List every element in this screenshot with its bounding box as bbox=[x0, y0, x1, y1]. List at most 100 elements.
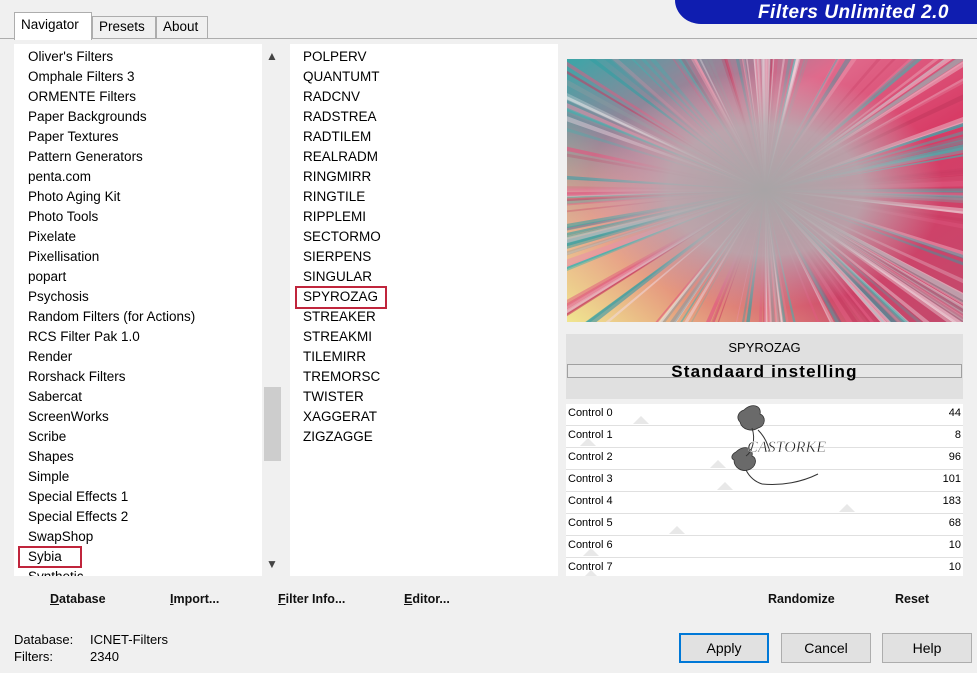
filter-item[interactable]: STREAKMI bbox=[303, 328, 381, 348]
import-button[interactable]: Import... bbox=[170, 592, 219, 606]
filter-item[interactable]: TREMORSC bbox=[303, 368, 381, 388]
category-list[interactable]: Oliver's Filters Omphale Filters 3 ORMENTE… bbox=[28, 48, 195, 576]
category-item[interactable]: Paper Backgrounds bbox=[28, 108, 195, 128]
filter-item[interactable]: SIERPENS bbox=[303, 248, 381, 268]
category-item[interactable]: ORMENTE Filters bbox=[28, 88, 195, 108]
filter-item[interactable]: RADTILEM bbox=[303, 128, 381, 148]
filter-item[interactable]: ZIGZAGGE bbox=[303, 428, 381, 448]
category-item[interactable]: Special Effects 1 bbox=[28, 488, 195, 508]
randomize-button-label: Randomize bbox=[768, 592, 835, 606]
control-name: Control 4 bbox=[568, 495, 613, 507]
category-item[interactable]: Render bbox=[28, 348, 195, 368]
database-button[interactable]: Database bbox=[50, 592, 106, 606]
editor-button[interactable]: Editor... bbox=[404, 592, 450, 606]
scrollbar-thumb[interactable] bbox=[264, 387, 281, 461]
control-slider-thumb[interactable] bbox=[838, 504, 855, 512]
import-button-label: mport... bbox=[173, 592, 220, 606]
category-item[interactable]: RCS Filter Pak 1.0 bbox=[28, 328, 195, 348]
filter-item[interactable]: RINGTILE bbox=[303, 188, 381, 208]
selected-category-highlight bbox=[18, 546, 82, 568]
castorke-watermark-logo: CASTORKE bbox=[731, 405, 826, 485]
control-slider-row[interactable]: Control 7 10 bbox=[566, 558, 963, 576]
category-item[interactable]: SwapShop bbox=[28, 528, 195, 548]
database-label: Database: bbox=[14, 632, 74, 647]
category-item[interactable]: Paper Textures bbox=[28, 128, 195, 148]
category-item[interactable]: Pattern Generators bbox=[28, 148, 195, 168]
control-slider-row[interactable]: Control 4 183 bbox=[566, 492, 963, 514]
filter-item[interactable]: REALRADM bbox=[303, 148, 381, 168]
filter-item[interactable]: POLPERV bbox=[303, 48, 381, 68]
category-item[interactable]: Synthetic bbox=[28, 568, 195, 576]
control-slider-thumb[interactable] bbox=[582, 570, 599, 576]
category-item[interactable]: Oliver's Filters bbox=[28, 48, 195, 68]
control-value: 10 bbox=[948, 561, 961, 573]
control-value: 183 bbox=[942, 495, 961, 507]
control-value: 96 bbox=[948, 451, 961, 463]
apply-button[interactable]: Apply bbox=[679, 633, 769, 663]
help-button[interactable]: Help bbox=[882, 633, 972, 663]
category-item[interactable]: Rorshack Filters bbox=[28, 368, 195, 388]
category-item[interactable]: Shapes bbox=[28, 448, 195, 468]
category-item[interactable]: Scribe bbox=[28, 428, 195, 448]
filter-item[interactable]: SECTORMO bbox=[303, 228, 381, 248]
control-slider-row[interactable]: Control 5 68 bbox=[566, 514, 963, 536]
category-item[interactable]: Pixellisation bbox=[28, 248, 195, 268]
preset-name-label: Standaard instelling bbox=[671, 362, 858, 381]
tab-strip-line bbox=[0, 38, 977, 39]
cancel-button[interactable]: Cancel bbox=[781, 633, 871, 663]
category-item[interactable]: Omphale Filters 3 bbox=[28, 68, 195, 88]
tab-about[interactable]: About bbox=[156, 16, 208, 38]
filter-item[interactable]: SINGULAR bbox=[303, 268, 381, 288]
control-slider-thumb[interactable] bbox=[582, 548, 599, 556]
scroll-up-arrow-icon[interactable]: ▲ bbox=[262, 46, 282, 66]
filter-item[interactable]: STREAKER bbox=[303, 308, 381, 328]
randomize-button[interactable]: Randomize bbox=[768, 592, 835, 606]
category-item[interactable]: ScreenWorks bbox=[28, 408, 195, 428]
filter-item[interactable]: TILEMIRR bbox=[303, 348, 381, 368]
category-item[interactable]: Simple bbox=[28, 468, 195, 488]
control-value: 8 bbox=[954, 429, 961, 441]
category-item[interactable]: Psychosis bbox=[28, 288, 195, 308]
watermark-text: CASTORKE bbox=[747, 439, 826, 456]
filter-name-label: SPYROZAG bbox=[728, 340, 801, 355]
category-item[interactable]: Sabercat bbox=[28, 388, 195, 408]
control-value: 10 bbox=[948, 539, 961, 551]
tab-navigator[interactable]: Navigator bbox=[14, 12, 92, 40]
filter-info-button-label: ilter Info... bbox=[285, 592, 346, 606]
filter-info-button[interactable]: Filter Info... bbox=[278, 592, 345, 606]
database-button-mnemonic: D bbox=[50, 592, 60, 606]
filters-count-value: 2340 bbox=[90, 649, 119, 664]
control-slider-thumb[interactable] bbox=[579, 438, 596, 446]
filter-item[interactable]: RINGMIRR bbox=[303, 168, 381, 188]
scroll-down-arrow-icon[interactable]: ▼ bbox=[262, 554, 282, 574]
control-value: 68 bbox=[948, 517, 961, 529]
control-name: Control 5 bbox=[568, 517, 613, 529]
database-button-label: atabase bbox=[59, 592, 106, 606]
control-name: Control 0 bbox=[568, 407, 613, 419]
filter-item[interactable]: QUANTUMT bbox=[303, 68, 381, 88]
category-item[interactable]: penta.com bbox=[28, 168, 195, 188]
category-scrollbar[interactable]: ▲ ▼ bbox=[262, 44, 282, 576]
filter-list[interactable]: POLPERV QUANTUMT RADCNV RADSTREA RADTILEM REA… bbox=[303, 48, 381, 448]
category-item[interactable]: Special Effects 2 bbox=[28, 508, 195, 528]
control-value: 44 bbox=[948, 407, 961, 419]
category-item[interactable]: Photo Aging Kit bbox=[28, 188, 195, 208]
category-item[interactable]: Photo Tools bbox=[28, 208, 195, 228]
filters-count-label: Filters: bbox=[14, 649, 53, 664]
reset-button[interactable]: Reset bbox=[895, 592, 929, 606]
category-item[interactable]: popart bbox=[28, 268, 195, 288]
control-name: Control 2 bbox=[568, 451, 613, 463]
control-slider-thumb[interactable] bbox=[633, 416, 650, 424]
tab-presets[interactable]: Presets bbox=[92, 16, 156, 38]
filter-item[interactable]: XAGGERAT bbox=[303, 408, 381, 428]
category-item[interactable]: Pixelate bbox=[28, 228, 195, 248]
category-item[interactable]: Random Filters (for Actions) bbox=[28, 308, 195, 328]
filter-item[interactable]: RADCNV bbox=[303, 88, 381, 108]
control-slider-thumb[interactable] bbox=[668, 526, 685, 534]
banner-title: Filters Unlimited 2.0 bbox=[757, 2, 949, 23]
selected-filter-highlight bbox=[295, 286, 387, 309]
filter-item[interactable]: RADSTREA bbox=[303, 108, 381, 128]
control-slider-row[interactable]: Control 6 10 bbox=[566, 536, 963, 558]
filter-item[interactable]: RIPPLEMI bbox=[303, 208, 381, 228]
filter-item[interactable]: TWISTER bbox=[303, 388, 381, 408]
